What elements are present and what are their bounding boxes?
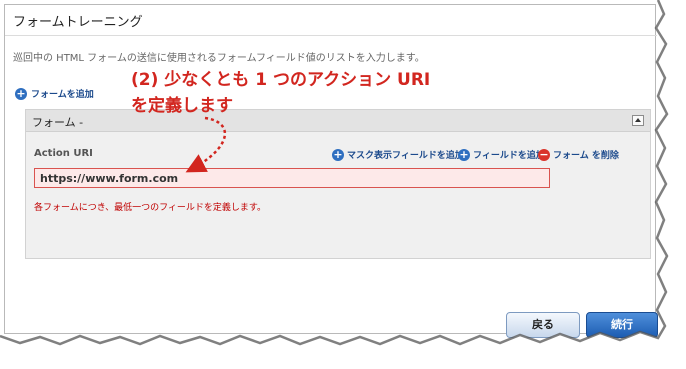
plus-icon: + xyxy=(15,86,27,100)
minus-icon: − xyxy=(538,147,550,161)
form-panel: フォーム - Action URI + マスク表示フィールドを追加 + フィール… xyxy=(25,109,651,259)
form-actions: + マスク表示フィールドを追加 + フィールドを追加 − フォーム を削除 xyxy=(332,148,650,162)
dialog-description: 巡回中の HTML フォームの送信に使用されるフォームフィールド値のリストを入力… xyxy=(13,53,425,64)
add-mask-field-button[interactable]: + マスク表示フィールドを追加 xyxy=(332,148,464,161)
remove-form-button[interactable]: − フォーム を削除 xyxy=(538,148,619,161)
callout-line-1: (2) 少なくとも 1 つのアクション URI xyxy=(131,70,431,90)
action-uri-label: Action URI xyxy=(34,148,93,159)
title-divider xyxy=(5,35,657,36)
add-form-label: フォームを追加 xyxy=(31,90,94,100)
plus-icon: + xyxy=(332,147,344,161)
callout-line-2: を定義します xyxy=(131,96,233,116)
dialog-title: フォームトレーニング xyxy=(13,15,143,30)
add-field-label: フィールドを追加 xyxy=(473,151,545,161)
add-field-button[interactable]: + フィールドを追加 xyxy=(458,148,545,161)
plus-icon: + xyxy=(458,147,470,161)
add-form-button[interactable]: + フォームを追加 xyxy=(15,87,94,100)
add-mask-field-label: マスク表示フィールドを追加 xyxy=(347,151,464,161)
collapse-button[interactable] xyxy=(632,115,644,126)
next-button[interactable]: 続行 xyxy=(586,312,658,338)
callout-annotation: (2) 少なくとも 1 つのアクション URI を定義します xyxy=(131,67,430,119)
form-error-message: 各フォームにつき、最低一つのフィールドを定義します。 xyxy=(34,203,267,213)
form-training-dialog: フォームトレーニング 巡回中の HTML フォームの送信に使用されるフォームフィ… xyxy=(4,4,657,334)
back-button[interactable]: 戻る xyxy=(506,312,580,338)
remove-form-label: フォーム を削除 xyxy=(553,151,619,161)
action-uri-input[interactable] xyxy=(34,168,550,188)
form-panel-title: フォーム - xyxy=(32,116,84,129)
